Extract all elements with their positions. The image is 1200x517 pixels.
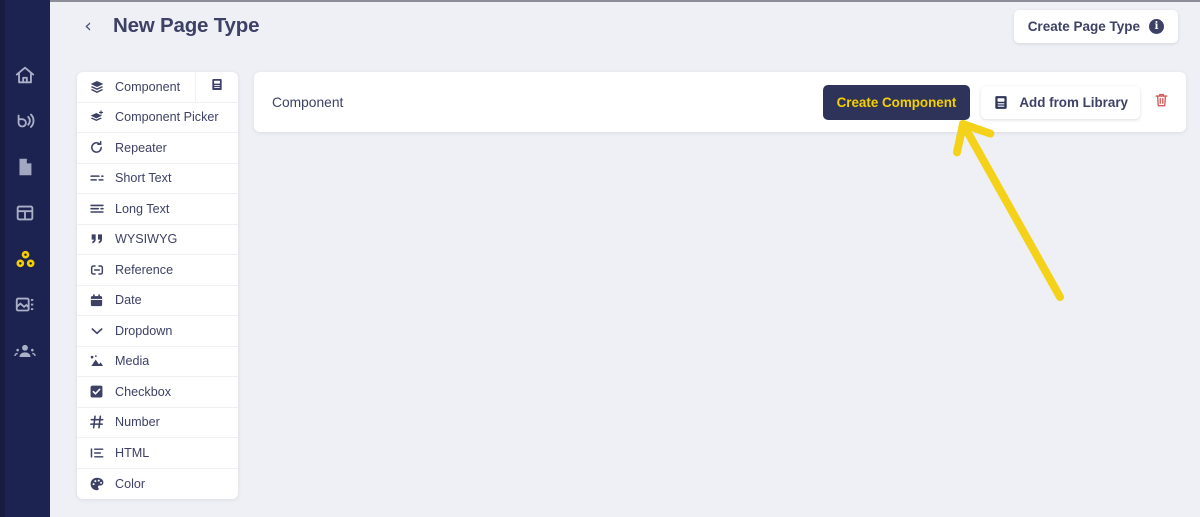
field-type-label: Long Text	[115, 201, 170, 216]
field-type-label: HTML	[115, 445, 150, 460]
field-type-label: Reference	[115, 262, 174, 277]
window-top-edge	[50, 0, 1200, 2]
home-icon	[14, 64, 36, 86]
nav-item-home[interactable]	[8, 58, 42, 92]
field-type-panel: Component Component Picker Repeater Shor…	[77, 72, 238, 499]
field-type-repeater[interactable]: Repeater	[77, 133, 238, 164]
users-icon	[14, 340, 36, 362]
nav-item-tables[interactable]	[8, 196, 42, 230]
field-type-label: Short Text	[115, 171, 172, 186]
long-text-icon	[88, 200, 105, 217]
components-icon	[14, 248, 37, 271]
field-type-wysiwyg[interactable]: WYSIWYG	[77, 225, 238, 255]
component-library-button[interactable]	[195, 72, 238, 102]
palette-icon	[88, 475, 105, 492]
field-type-checkbox[interactable]: Checkbox	[77, 377, 238, 408]
field-type-component[interactable]: Component	[77, 72, 238, 103]
nav-item-media-gallery[interactable]	[8, 288, 42, 322]
field-type-html[interactable]: HTML	[77, 438, 238, 469]
app-root: ‹ New Page Type Create Page Type i Compo…	[0, 0, 1200, 517]
field-type-label: Media	[115, 354, 150, 369]
field-type-color[interactable]: Color	[77, 469, 238, 500]
component-row-title: Component	[272, 94, 344, 110]
field-type-label: Checkbox	[115, 384, 172, 399]
repeat-icon	[88, 139, 105, 156]
field-type-reference[interactable]: Reference	[77, 255, 238, 286]
page-header: ‹ New Page Type Create Page Type i	[50, 0, 1200, 52]
chevron-left-icon: ‹	[84, 14, 92, 37]
field-type-date[interactable]: Date	[77, 286, 238, 316]
field-type-component-picker[interactable]: Component Picker	[77, 103, 238, 133]
table-icon	[14, 202, 36, 224]
image-icon	[88, 353, 105, 370]
list-icon	[88, 444, 105, 461]
create-page-type-button[interactable]: Create Page Type i	[1013, 9, 1178, 43]
field-type-label: Color	[115, 476, 146, 491]
field-type-media[interactable]: Media	[77, 347, 238, 377]
layers-icon	[88, 78, 105, 95]
book-icon	[993, 94, 1009, 111]
field-type-dropdown[interactable]: Dropdown	[77, 316, 238, 347]
field-type-short-text[interactable]: Short Text	[77, 164, 238, 194]
field-type-label: Number	[115, 415, 160, 430]
hash-icon	[88, 414, 105, 431]
nav-item-components[interactable]	[8, 242, 42, 276]
back-button[interactable]: ‹	[76, 14, 100, 38]
link-icon	[88, 261, 105, 278]
trash-icon	[1153, 91, 1170, 114]
nav-item-pages[interactable]	[8, 150, 42, 184]
field-type-number[interactable]: Number	[77, 408, 238, 438]
global-nav-rail	[0, 0, 50, 517]
component-row-card: Component Create Component Add from Libr…	[254, 72, 1186, 132]
short-text-icon	[88, 170, 105, 187]
field-type-long-text[interactable]: Long Text	[77, 194, 238, 225]
checkbox-icon	[88, 383, 105, 400]
field-type-label: Component Picker	[115, 110, 219, 125]
field-type-label: WYSIWYG	[115, 232, 178, 247]
info-icon[interactable]: i	[1149, 18, 1164, 34]
add-from-library-label: Add from Library	[1019, 94, 1128, 110]
nav-item-blog[interactable]	[8, 104, 42, 138]
content-column: Component Create Component Add from Libr…	[254, 72, 1186, 132]
field-type-label: Component	[115, 79, 181, 94]
field-type-label: Dropdown	[115, 323, 173, 338]
book-icon	[210, 77, 224, 97]
page-title: New Page Type	[113, 14, 260, 37]
nav-item-users[interactable]	[8, 334, 42, 368]
chevron-down-icon	[88, 322, 105, 339]
field-type-label: Date	[115, 293, 142, 308]
quote-icon	[88, 231, 105, 248]
calendar-icon	[88, 292, 105, 309]
media-gallery-icon	[14, 294, 36, 316]
create-page-type-label: Create Page Type	[1027, 18, 1140, 34]
page-icon	[14, 156, 36, 178]
layers-plus-icon	[88, 109, 105, 126]
field-type-label: Repeater	[115, 140, 167, 155]
page-body: Component Component Picker Repeater Shor…	[50, 52, 1200, 499]
main-region: ‹ New Page Type Create Page Type i Compo…	[50, 0, 1200, 517]
add-from-library-button[interactable]: Add from Library	[981, 85, 1140, 119]
delete-component-button[interactable]	[1153, 91, 1170, 114]
blog-icon	[14, 110, 36, 132]
create-component-button[interactable]: Create Component	[822, 84, 971, 120]
